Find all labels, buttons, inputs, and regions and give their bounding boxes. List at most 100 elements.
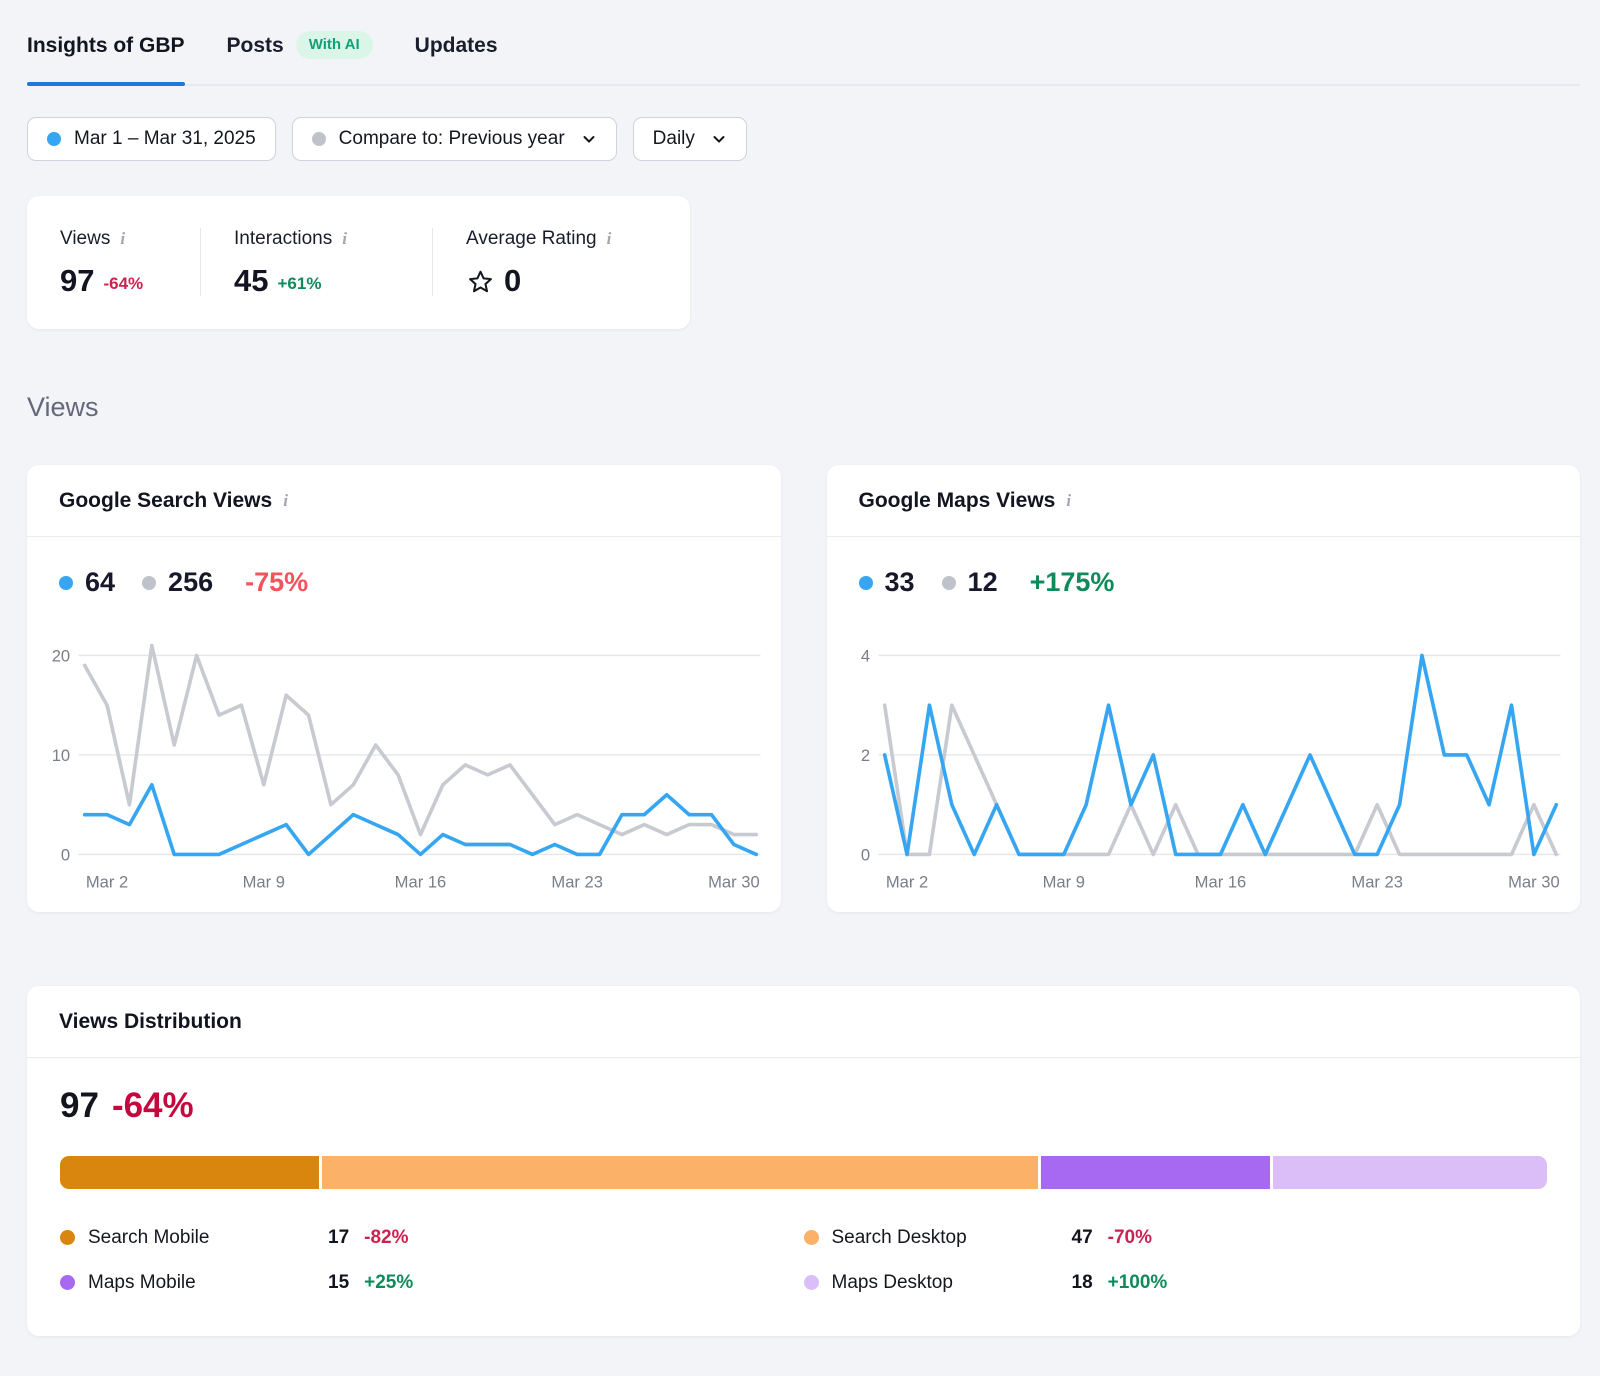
- svg-text:4: 4: [860, 647, 869, 666]
- svg-text:0: 0: [860, 846, 869, 865]
- kpi-average-rating: Average Rating i 0: [432, 228, 690, 296]
- kpi-views-value: 97: [60, 265, 94, 296]
- kpi-rating-value: 0: [504, 265, 521, 296]
- tab-insights-of-gbp[interactable]: Insights of GBP: [27, 32, 185, 84]
- info-icon[interactable]: i: [283, 491, 288, 511]
- current-period-dot-icon: [59, 576, 73, 590]
- previous-period-dot-icon: [142, 576, 156, 590]
- granularity-label: Daily: [653, 128, 695, 150]
- date-range-label: Mar 1 – Mar 31, 2025: [74, 128, 256, 150]
- kpi-interactions-change: +61%: [277, 274, 321, 296]
- search-change-percent: -75%: [245, 567, 308, 598]
- tab-insights-label: Insights of GBP: [27, 34, 185, 58]
- legend-dot-icon: [804, 1275, 819, 1290]
- legend-change: -82%: [364, 1227, 408, 1249]
- distribution-legend-column-left: Search Mobile17 -82% Maps Mobile15 +25%: [60, 1227, 804, 1294]
- charts-row: Google Search Views i 64 256 -75% 0 10 20 M…: [27, 465, 1580, 912]
- date-range-picker[interactable]: Mar 1 – Mar 31, 2025: [27, 117, 276, 161]
- granularity-dropdown[interactable]: Daily: [633, 117, 747, 161]
- svg-text:10: 10: [52, 746, 70, 765]
- legend-label: Maps Desktop: [832, 1272, 1072, 1294]
- legend-item-maps-mobile: Maps Mobile15 +25%: [60, 1272, 804, 1294]
- legend-change: +25%: [364, 1272, 413, 1294]
- distribution-legend-column-right: Search Desktop47-70% Maps Desktop18 +100%: [804, 1227, 1548, 1294]
- search-views-legend: 64 256 -75%: [27, 537, 781, 602]
- google-maps-views-card: Google Maps Views i 33 12 +175% 024Mar 2…: [827, 465, 1581, 912]
- info-icon[interactable]: i: [120, 229, 125, 249]
- google-maps-views-chart: 024Mar 2Mar 9Mar 16Mar 23Mar 30: [837, 614, 1563, 896]
- google-search-views-title: Google Search Views: [59, 489, 272, 513]
- legend-value: 18: [1072, 1272, 1093, 1294]
- google-search-views-chart: 0 10 20 Mar 2 Mar 9 Mar 16 Mar 23 Mar 30: [37, 614, 763, 896]
- svg-text:Mar 16: Mar 16: [395, 873, 447, 892]
- svg-text:Mar 2: Mar 2: [86, 873, 128, 892]
- legend-item-search-desktop: Search Desktop47-70%: [804, 1227, 1548, 1249]
- info-icon[interactable]: i: [607, 229, 612, 249]
- current-period-dot-icon: [47, 132, 61, 146]
- kpi-interactions-label: Interactions: [234, 228, 332, 250]
- svg-text:0: 0: [61, 846, 70, 865]
- info-icon[interactable]: i: [342, 229, 347, 249]
- tab-posts-label: Posts: [227, 34, 284, 58]
- svg-text:Mar 2: Mar 2: [885, 873, 927, 892]
- svg-text:Mar 9: Mar 9: [1042, 873, 1084, 892]
- distribution-segment-maps-mobile[interactable]: [1041, 1156, 1270, 1189]
- google-maps-views-title: Google Maps Views: [859, 489, 1056, 513]
- svg-text:Mar 23: Mar 23: [551, 873, 603, 892]
- svg-text:Mar 9: Mar 9: [243, 873, 285, 892]
- legend-item-maps-desktop: Maps Desktop18 +100%: [804, 1272, 1548, 1294]
- legend-label: Maps Mobile: [88, 1272, 328, 1294]
- chevron-down-icon: [581, 131, 597, 147]
- info-icon[interactable]: i: [1066, 491, 1071, 511]
- star-icon: [466, 268, 495, 297]
- svg-text:Mar 30: Mar 30: [1508, 873, 1560, 892]
- legend-change: -70%: [1108, 1227, 1152, 1249]
- distribution-segment-search-mobile[interactable]: [60, 1156, 319, 1189]
- distribution-total: 97: [60, 1086, 99, 1126]
- distribution-legend: Search Mobile17 -82% Maps Mobile15 +25% Sea…: [60, 1227, 1547, 1294]
- legend-dot-icon: [60, 1275, 75, 1290]
- svg-text:Mar 30: Mar 30: [708, 873, 760, 892]
- kpi-rating-label: Average Rating: [466, 228, 597, 250]
- legend-item-search-mobile: Search Mobile17 -82%: [60, 1227, 804, 1249]
- tabs-bar: Insights of GBP Posts With AI Updates: [27, 0, 1580, 86]
- distribution-change-percent: -64%: [112, 1086, 194, 1126]
- distribution-segment-search-desktop[interactable]: [322, 1156, 1038, 1189]
- views-distribution-card: Views Distribution 97 -64% Search Mobile…: [27, 986, 1580, 1336]
- previous-period-dot-icon: [312, 132, 326, 146]
- kpi-interactions: Interactions i 45 +61%: [200, 228, 432, 296]
- filters-row: Mar 1 – Mar 31, 2025 Compare to: Previou…: [27, 117, 1580, 161]
- legend-label: Search Mobile: [88, 1227, 328, 1249]
- legend-dot-icon: [804, 1230, 819, 1245]
- tab-updates-label: Updates: [415, 34, 498, 58]
- tab-posts[interactable]: Posts With AI: [227, 32, 373, 84]
- legend-change: +100%: [1108, 1272, 1168, 1294]
- svg-text:20: 20: [52, 647, 70, 666]
- search-current-total: 64: [85, 567, 115, 598]
- kpi-views: Views i 97 -64%: [27, 228, 200, 296]
- distribution-segment-maps-desktop[interactable]: [1273, 1156, 1547, 1189]
- maps-previous-total: 12: [968, 567, 998, 598]
- svg-text:Mar 16: Mar 16: [1194, 873, 1246, 892]
- legend-value: 15: [328, 1272, 349, 1294]
- kpi-views-change: -64%: [103, 274, 143, 296]
- kpi-interactions-value: 45: [234, 265, 268, 296]
- maps-views-legend: 33 12 +175%: [827, 537, 1581, 602]
- current-period-dot-icon: [859, 576, 873, 590]
- legend-label: Search Desktop: [832, 1227, 1072, 1249]
- svg-text:Mar 23: Mar 23: [1351, 873, 1403, 892]
- search-previous-total: 256: [168, 567, 213, 598]
- google-search-views-card: Google Search Views i 64 256 -75% 0 10 20 M…: [27, 465, 781, 912]
- compare-label: Compare to: Previous year: [339, 128, 565, 150]
- distribution-bar: [60, 1156, 1547, 1189]
- kpi-summary-card: Views i 97 -64% Interactions i 45 +61% A…: [27, 196, 690, 329]
- views-distribution-title: Views Distribution: [59, 1010, 242, 1034]
- maps-change-percent: +175%: [1030, 567, 1115, 598]
- legend-value: 17: [328, 1227, 349, 1249]
- kpi-views-label: Views: [60, 228, 110, 250]
- legend-dot-icon: [60, 1230, 75, 1245]
- views-section-title: Views: [27, 392, 1580, 423]
- tab-updates[interactable]: Updates: [415, 32, 498, 84]
- with-ai-badge: With AI: [296, 31, 373, 59]
- compare-dropdown[interactable]: Compare to: Previous year: [292, 117, 617, 161]
